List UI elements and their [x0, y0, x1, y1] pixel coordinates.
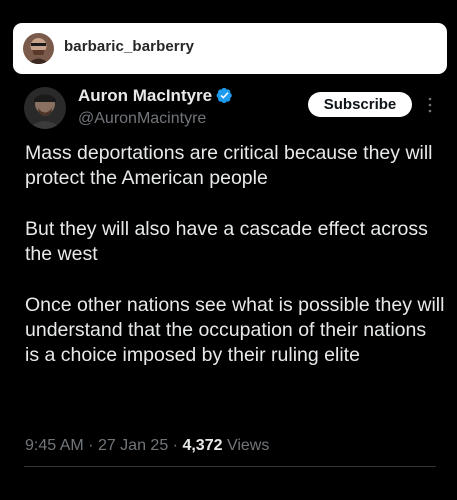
- tweet-meta: 9:45 AM · 27 Jan 25 · 4,372 Views: [25, 437, 269, 455]
- verified-badge-icon: [216, 87, 233, 109]
- more-vertical-icon[interactable]: [427, 97, 433, 113]
- tweet-paragraph: Mass deportations are critical because t…: [25, 142, 433, 189]
- views-count: 4,372: [182, 437, 223, 454]
- views-label: Views: [226, 437, 270, 454]
- tweet-paragraph: But they will also have a cascade effect…: [25, 218, 428, 265]
- author-display-name[interactable]: Auron MacIntyre: [78, 86, 212, 105]
- tweet-paragraph: Once other nations see what is possible …: [25, 294, 445, 366]
- separator-dot: ·: [172, 437, 178, 454]
- tweet-time[interactable]: 9:45 AM: [25, 437, 84, 454]
- author-avatar[interactable]: [24, 87, 66, 129]
- author-handle[interactable]: @AuronMacintyre: [78, 110, 206, 128]
- repost-header: barbaric_barberry: [13, 23, 447, 74]
- tweet-body: Mass deportations are critical because t…: [25, 141, 445, 368]
- subscribe-button[interactable]: Subscribe: [308, 92, 412, 117]
- separator-dot: ·: [88, 437, 94, 454]
- repost-avatar[interactable]: [23, 33, 54, 64]
- author-display-name-row[interactable]: Auron MacIntyre: [78, 86, 233, 109]
- tweet-date[interactable]: 27 Jan 25: [98, 437, 168, 454]
- divider: [24, 466, 436, 467]
- repost-username[interactable]: barbaric_barberry: [64, 38, 194, 55]
